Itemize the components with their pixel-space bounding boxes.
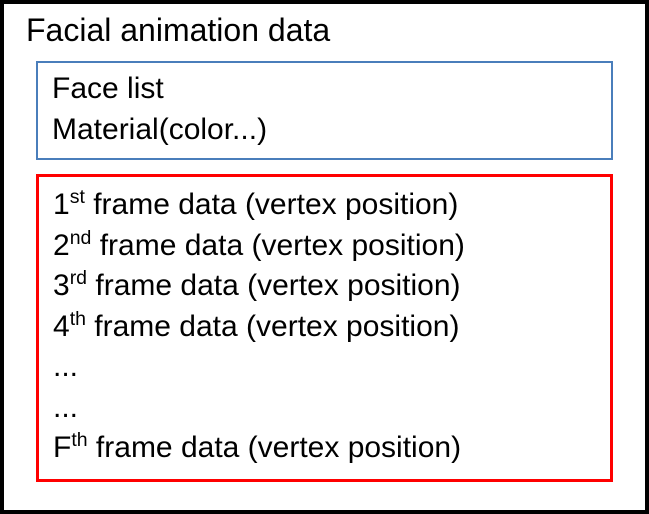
meta-line-material: Material(color...) — [52, 110, 597, 151]
frame-row: Fth frame data (vertex position) — [53, 428, 596, 469]
frame-rest: frame data (vertex position) — [86, 310, 460, 343]
ordinal-suffix: rd — [70, 267, 87, 289]
ordinal-suffix: th — [71, 429, 87, 451]
frame-ellipsis: ... — [53, 347, 596, 388]
ordinal-num: F — [53, 431, 71, 464]
ordinal-num: 3 — [53, 269, 70, 302]
frame-row: 1st frame data (vertex position) — [53, 185, 596, 226]
meta-line-face-list: Face list — [52, 69, 597, 110]
frame-row: 2nd frame data (vertex position) — [53, 226, 596, 267]
frame-row: 4th frame data (vertex position) — [53, 307, 596, 348]
frame-ellipsis: ... — [53, 388, 596, 429]
diagram-title: Facial animation data — [22, 12, 627, 49]
frames-box: 1st frame data (vertex position) 2nd fra… — [36, 174, 613, 482]
outer-container: Facial animation data Face list Material… — [0, 0, 649, 514]
frame-row: 3rd frame data (vertex position) — [53, 266, 596, 307]
ordinal-num: 1 — [53, 188, 70, 221]
frame-rest: frame data (vertex position) — [87, 269, 461, 302]
frame-rest: frame data (vertex position) — [85, 188, 459, 221]
frame-rest: frame data (vertex position) — [88, 431, 462, 464]
meta-box: Face list Material(color...) — [36, 61, 613, 160]
ordinal-suffix: th — [70, 308, 86, 330]
ordinal-num: 2 — [53, 229, 70, 262]
ordinal-suffix: st — [70, 186, 85, 208]
frame-rest: frame data (vertex position) — [91, 229, 465, 262]
ordinal-suffix: nd — [70, 227, 92, 249]
ordinal-num: 4 — [53, 310, 70, 343]
